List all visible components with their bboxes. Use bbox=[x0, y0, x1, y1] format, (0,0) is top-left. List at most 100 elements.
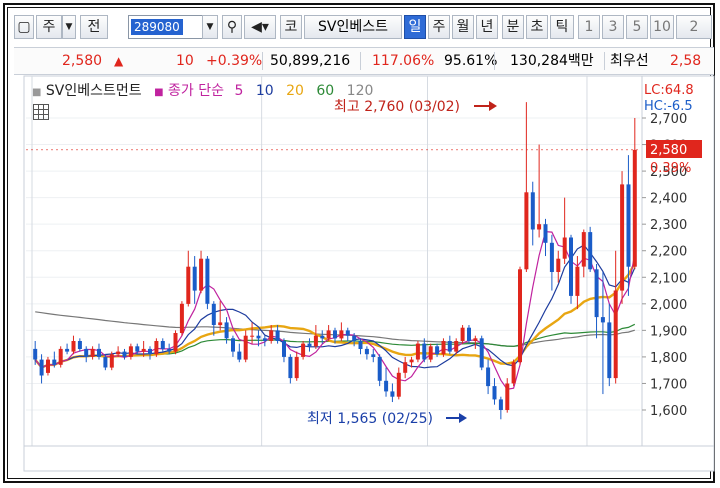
candle-body bbox=[384, 380, 389, 392]
candle-body bbox=[492, 386, 497, 400]
legend-ma120: 120 bbox=[346, 83, 374, 99]
candle-body bbox=[33, 348, 38, 360]
table-icon[interactable] bbox=[33, 104, 49, 120]
low-annotation: 최저 1,565 (02/25) bbox=[307, 411, 433, 427]
candle-body bbox=[447, 341, 452, 352]
candle-body bbox=[243, 335, 248, 360]
candle-body bbox=[103, 356, 108, 368]
candle-body bbox=[275, 330, 280, 341]
y-tick-label: 1,800 bbox=[650, 351, 687, 366]
candle-body bbox=[371, 354, 376, 357]
candle-body bbox=[122, 351, 127, 357]
y-tick-label: 1,700 bbox=[650, 377, 687, 392]
candle-body bbox=[549, 242, 554, 272]
candle-body bbox=[422, 343, 427, 360]
candle-body bbox=[192, 266, 197, 291]
candle-body bbox=[282, 341, 286, 357]
candle-body bbox=[65, 348, 70, 352]
candle-body bbox=[333, 330, 337, 339]
y-tick-label: 2,400 bbox=[650, 192, 687, 207]
candle-body bbox=[569, 237, 573, 296]
candle-body bbox=[364, 348, 369, 355]
candle-body bbox=[345, 330, 350, 336]
candle-body bbox=[199, 258, 204, 291]
candle-body bbox=[135, 346, 140, 352]
legend-ma-label: 종가 단순 bbox=[168, 83, 224, 99]
candle-body bbox=[562, 237, 567, 259]
legend-bullet-icon: ■ bbox=[154, 87, 164, 98]
candle-body bbox=[428, 346, 433, 360]
y-tick-label: 2,100 bbox=[650, 271, 687, 286]
candle-body bbox=[294, 356, 299, 379]
lc-label: LC:64.8 bbox=[644, 83, 694, 98]
candle-body bbox=[39, 359, 44, 376]
candle-body bbox=[415, 343, 420, 360]
candle-body bbox=[390, 391, 395, 397]
candle-body bbox=[173, 333, 178, 352]
candle-body bbox=[358, 341, 363, 349]
candle-body bbox=[237, 351, 242, 360]
candle-body bbox=[205, 258, 210, 304]
candle-body bbox=[307, 343, 312, 347]
candle-body bbox=[543, 224, 548, 243]
legend-stock-name: SV인베스트먼트 bbox=[45, 83, 142, 99]
candle-body bbox=[530, 192, 535, 230]
candle-body bbox=[524, 192, 529, 270]
candle-body bbox=[71, 341, 76, 352]
candle-body bbox=[186, 266, 191, 304]
y-tick-label: 2,300 bbox=[650, 218, 687, 233]
candle-body bbox=[396, 372, 401, 397]
candle-body bbox=[141, 348, 146, 352]
chart-legend: ■ SV인베스트먼트 ■ 종가 단순 5 10 20 60 120 bbox=[32, 80, 381, 100]
candle-body bbox=[613, 290, 618, 379]
candle-body bbox=[128, 346, 133, 357]
candle-body bbox=[154, 341, 159, 355]
candle-body bbox=[326, 330, 331, 339]
current-price-marker-label: 2,580 bbox=[650, 143, 687, 158]
y-tick-label: 2,200 bbox=[650, 245, 687, 260]
candle-body bbox=[505, 383, 510, 410]
candle-body bbox=[218, 322, 223, 326]
candle-body bbox=[498, 399, 503, 410]
candle-body bbox=[46, 359, 50, 373]
candle-body bbox=[211, 303, 216, 325]
legend-ma60: 60 bbox=[316, 83, 335, 99]
candle-body bbox=[556, 258, 561, 272]
candle-body bbox=[441, 341, 446, 355]
legend-ma5: 5 bbox=[234, 83, 244, 99]
candle-body bbox=[269, 330, 274, 341]
legend-ma10: 10 bbox=[255, 83, 274, 99]
candle-body bbox=[607, 322, 612, 379]
candle-body bbox=[460, 327, 465, 341]
candle-body bbox=[301, 343, 306, 357]
y-tick-label: 1,600 bbox=[650, 404, 687, 419]
candle-body bbox=[518, 269, 522, 363]
candle-body bbox=[511, 362, 516, 384]
hc-label: HC:-6.5 bbox=[644, 99, 693, 114]
candle-body bbox=[594, 269, 599, 318]
candle-body bbox=[84, 348, 89, 357]
current-pct-label: 0.39% bbox=[650, 161, 691, 176]
candle-body bbox=[479, 338, 484, 368]
candle-body bbox=[632, 149, 637, 267]
candle-body bbox=[224, 322, 229, 339]
candle-body bbox=[339, 330, 344, 339]
candle-body bbox=[313, 335, 318, 347]
candle-body bbox=[109, 354, 114, 368]
candle-body bbox=[575, 266, 580, 296]
candle-body bbox=[403, 362, 408, 373]
candle-body bbox=[160, 341, 165, 349]
candle-body bbox=[588, 232, 593, 270]
candle-body bbox=[486, 367, 491, 387]
candle-body bbox=[52, 359, 57, 365]
candle-body bbox=[377, 356, 382, 381]
legend-bullet-icon: ■ bbox=[32, 87, 42, 98]
candle-body bbox=[352, 335, 357, 341]
legend-ma20: 20 bbox=[286, 83, 304, 99]
price-chart[interactable]: 1,600 1,700 1,800 1,900 2,000 2,100 2,200 2,300… bbox=[0, 0, 720, 488]
candle-body bbox=[97, 348, 101, 357]
candle-body bbox=[537, 224, 542, 230]
time-axis-panel bbox=[23, 445, 715, 472]
candle-body bbox=[454, 341, 459, 352]
candle-body bbox=[620, 184, 625, 291]
